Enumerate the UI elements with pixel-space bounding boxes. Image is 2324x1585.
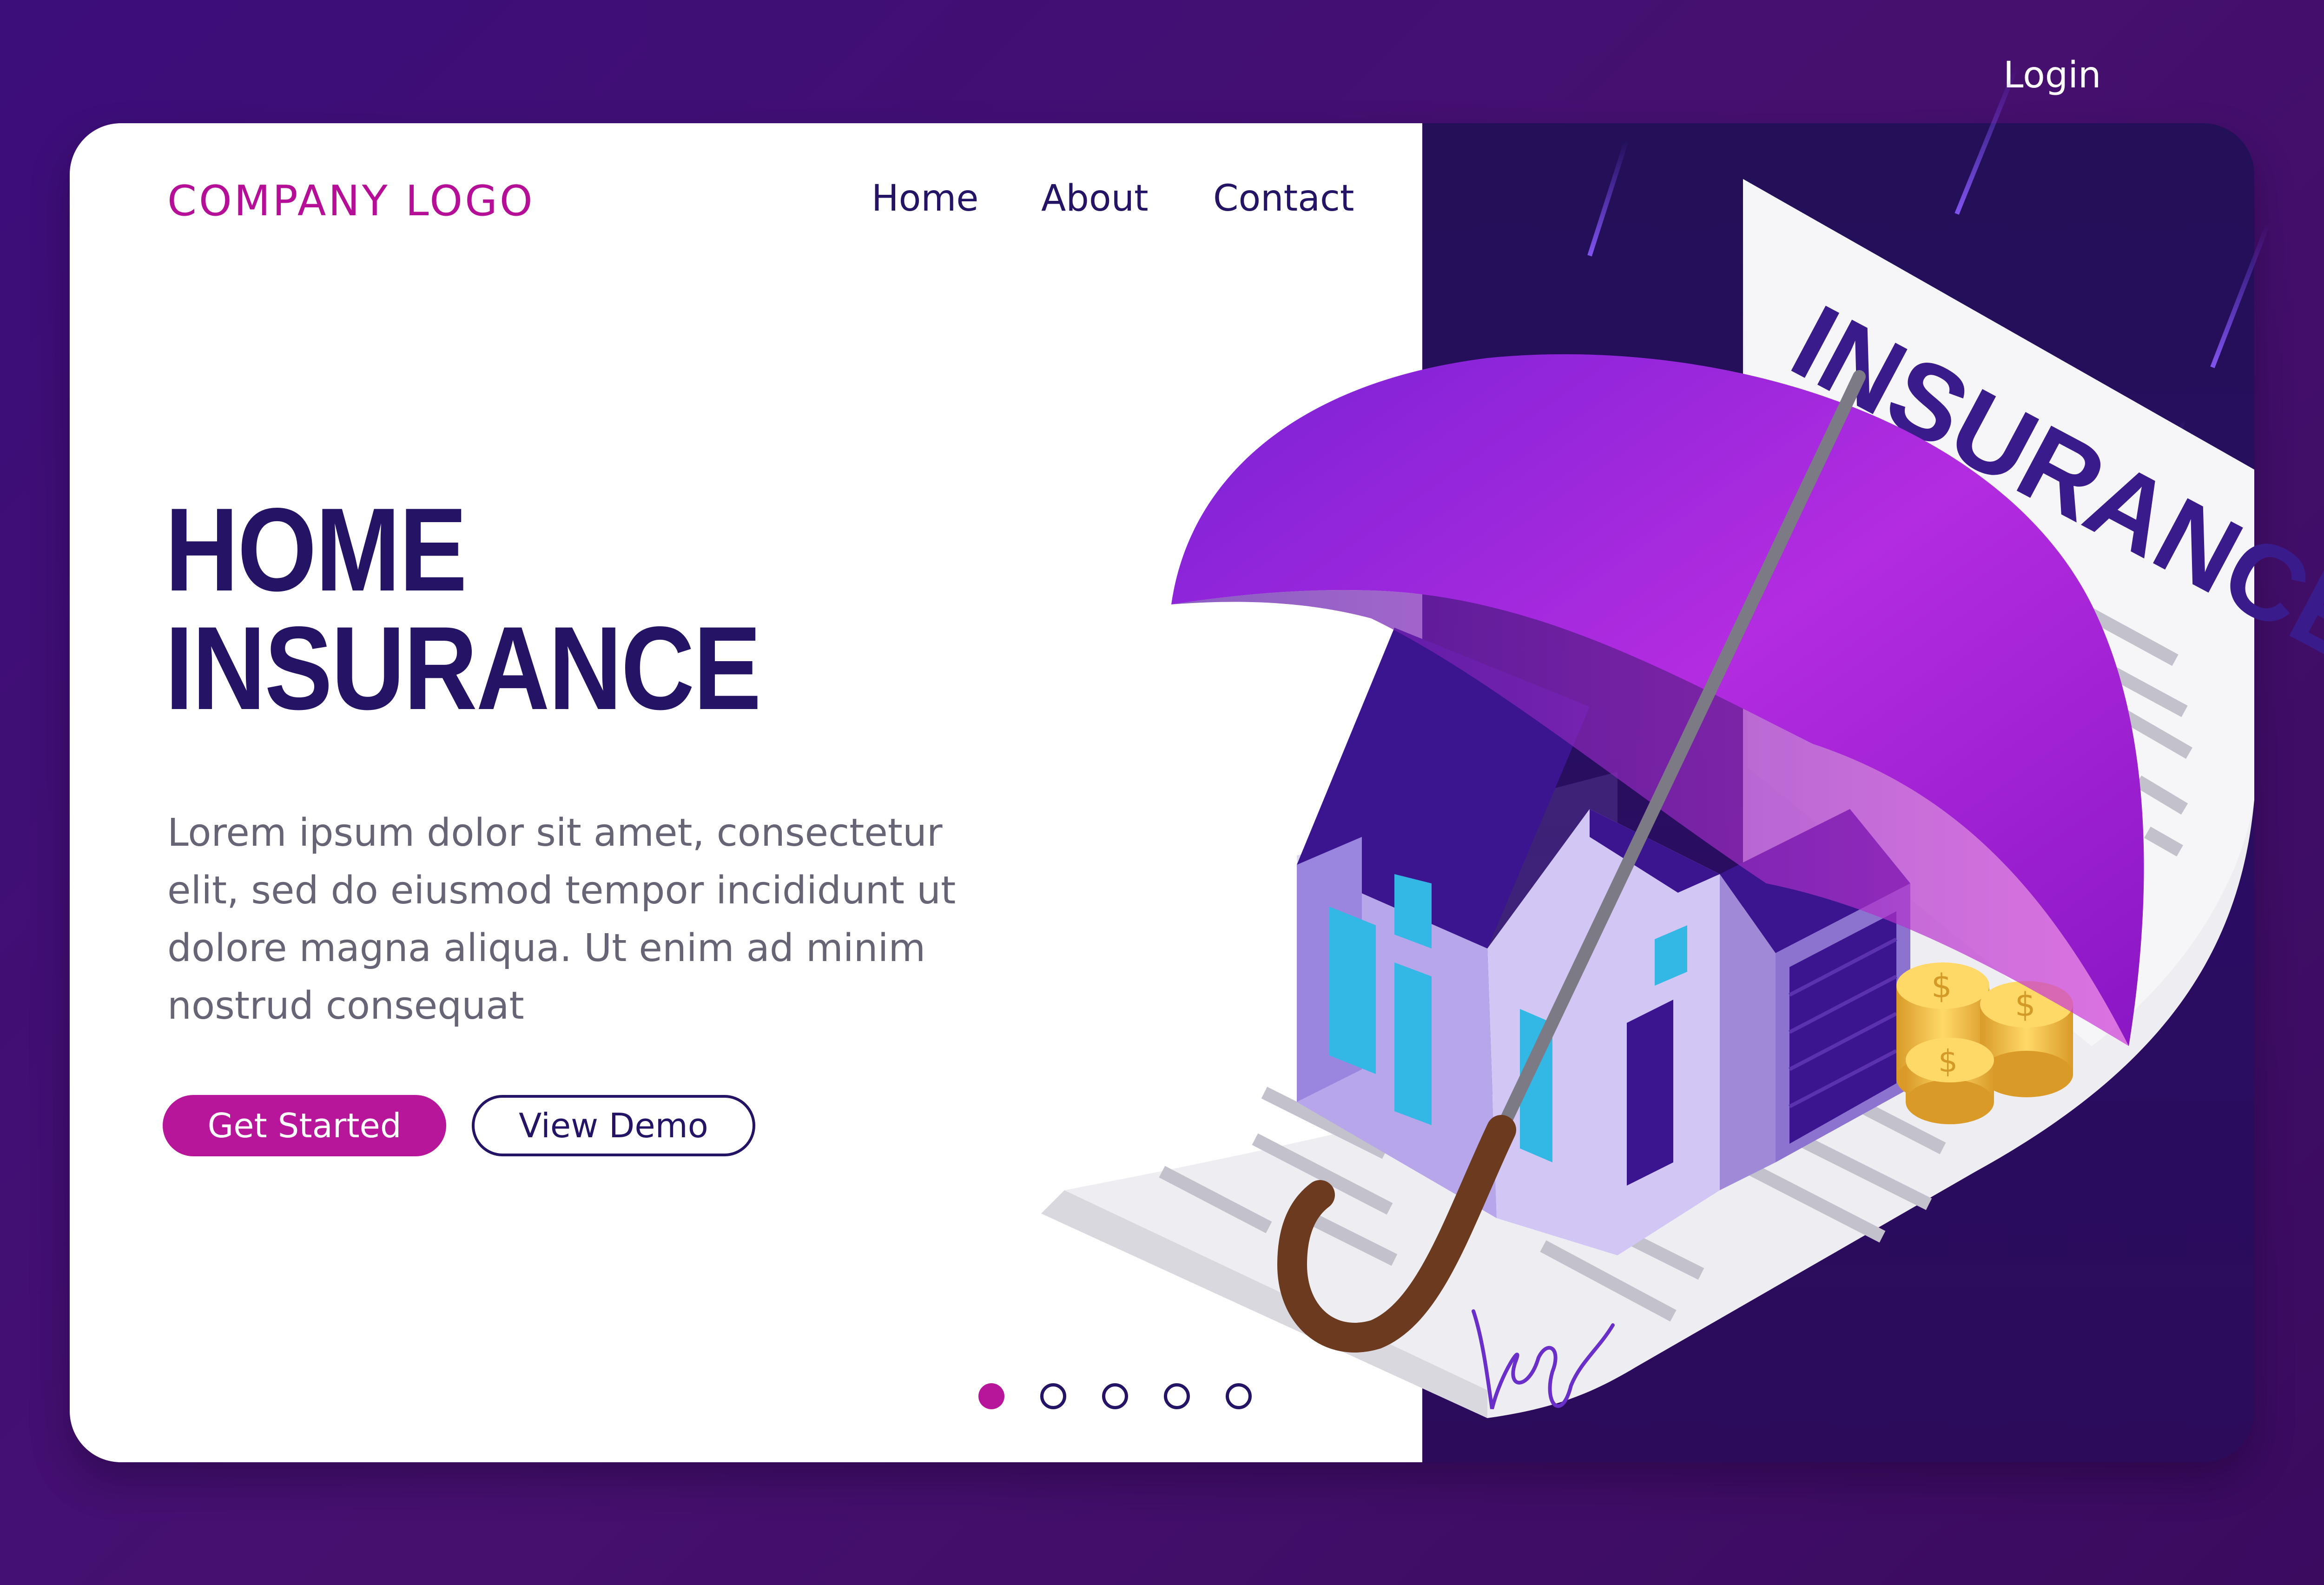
svg-text:$: $ (1931, 967, 1952, 1005)
insurance-illustration: INSURANCE $ $ $ (1041, 64, 2324, 1418)
svg-text:$: $ (2015, 986, 2036, 1024)
svg-text:$: $ (1938, 1043, 1958, 1079)
